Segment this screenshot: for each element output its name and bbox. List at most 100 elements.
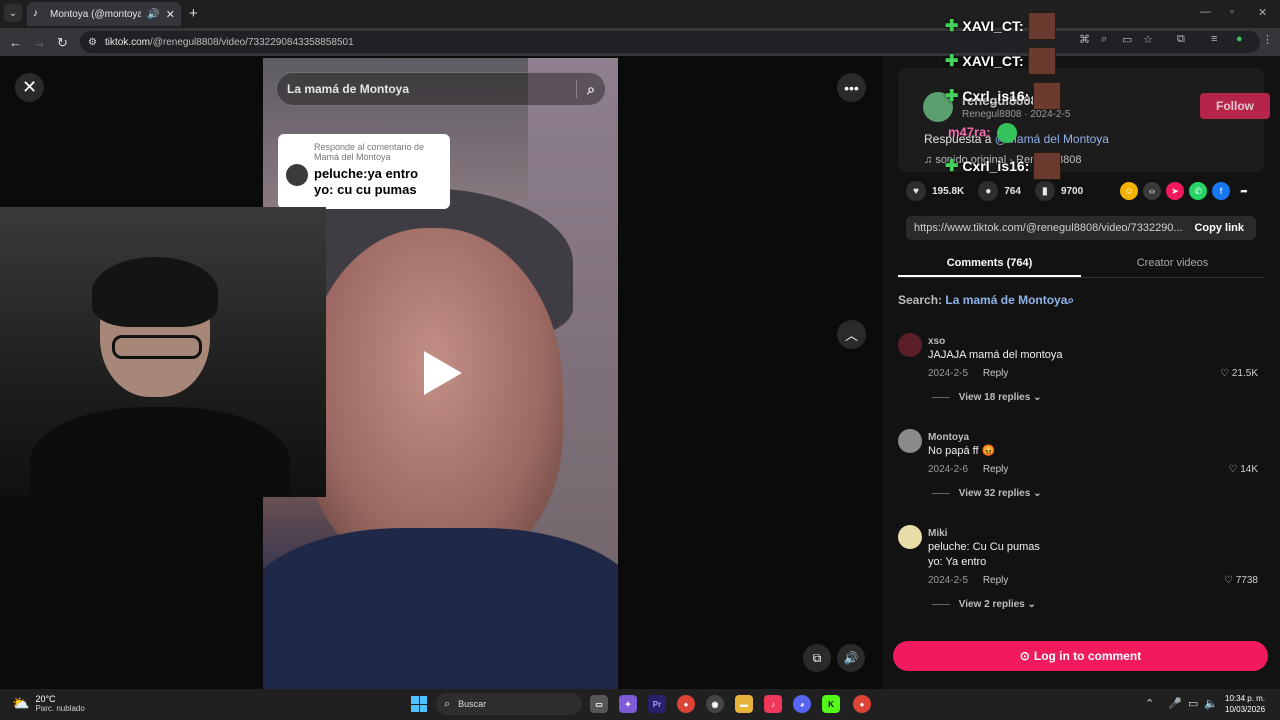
view-replies-label: View 18 replies — [958, 392, 1031, 403]
video-link-url: https://www.tiktok.com/@renegul8808/vide… — [914, 222, 1183, 234]
obs-icon[interactable]: ◉ — [706, 695, 724, 713]
chevron-down-icon: ⌄ — [1033, 392, 1042, 403]
cast-icon[interactable]: ▭ — [1122, 33, 1132, 46]
chat-emote — [1027, 47, 1056, 75]
copy-link-box: https://www.tiktok.com/@renegul8808/vide… — [906, 216, 1256, 240]
forward-icon[interactable]: → — [33, 35, 46, 50]
chrome-icon[interactable]: ● — [677, 695, 695, 713]
facebook-icon[interactable]: f — [1212, 182, 1230, 200]
comment-avatar[interactable] — [898, 525, 922, 549]
play-icon[interactable] — [424, 351, 462, 395]
picture-in-picture-button[interactable]: ⧉ — [803, 644, 831, 672]
view-replies-button[interactable]: View 18 replies ⌄ — [932, 392, 1041, 403]
send-icon[interactable]: ➤ — [1166, 182, 1184, 200]
volume-tray-icon[interactable]: 🔈 — [1204, 697, 1218, 710]
previous-video-button[interactable]: ︿ — [837, 320, 866, 349]
file-explorer-icon[interactable]: ▬ — [735, 695, 753, 713]
url-host: tiktok.com — [104, 36, 150, 48]
clock-time: 10:34 p. m. — [1225, 694, 1266, 703]
search-prefix: Search: — [898, 293, 943, 307]
back-icon[interactable]: ← — [9, 35, 22, 50]
bookmark-star-icon[interactable]: ☆ — [1143, 33, 1153, 46]
translate-icon[interactable]: ⌘ — [1079, 33, 1090, 46]
more-options-button[interactable]: ••• — [837, 73, 866, 102]
share-arrow-icon[interactable]: ➦ — [1235, 182, 1253, 200]
menu-kebab-icon[interactable]: ⋮ — [1262, 33, 1273, 46]
panel-tabs: Comments (764) Creator videos — [898, 250, 1264, 278]
video-person-face — [303, 228, 563, 568]
task-view-icon[interactable]: ▭ — [590, 695, 608, 713]
microphone-icon[interactable]: 🎤 — [1168, 697, 1182, 710]
follow-button[interactable]: Follow — [1200, 93, 1270, 119]
video-search-bar[interactable]: La mamá de Montoya ⌕ — [276, 72, 606, 106]
chrome-profile-icon[interactable]: ● — [853, 695, 871, 713]
comment-username[interactable]: Montoya — [928, 432, 969, 443]
code-icon[interactable]: ‹› — [1143, 182, 1161, 200]
weather-widget[interactable]: ⛅ 20°C Parc. nublado — [12, 694, 85, 713]
comment-avatar[interactable] — [898, 429, 922, 453]
comment-like[interactable]: ♡ 21.5K — [1220, 368, 1258, 379]
search-query-link[interactable]: La mamá de Montoya — [945, 293, 1067, 307]
chat-icon: ⊙ — [1019, 649, 1030, 663]
comment-like-count: 21.5K — [1231, 368, 1258, 379]
chat-emote — [1027, 12, 1056, 40]
comment-item: Miki peluche: Cu Cu pumas yo: Ya entro 2… — [898, 525, 1274, 615]
cloud-sun-icon: ⛅ — [12, 695, 30, 711]
tab-creator-videos[interactable]: Creator videos — [1081, 250, 1264, 277]
extensions-icon[interactable]: ⧉ — [1177, 33, 1185, 46]
copilot-icon[interactable]: ✦ — [619, 695, 637, 713]
premiere-pro-icon[interactable]: Pr — [648, 695, 666, 713]
login-to-comment-button[interactable]: ⊙ Log in to comment — [893, 641, 1268, 671]
view-replies-button[interactable]: View 32 replies ⌄ — [932, 488, 1041, 499]
comment-like[interactable]: ♡ 14K — [1228, 464, 1258, 475]
new-tab-icon[interactable]: + — [189, 5, 198, 22]
profile-avatar-icon[interactable]: ● — [1236, 33, 1243, 45]
volume-button[interactable]: 🔊 — [837, 644, 865, 672]
tray-chevron-icon[interactable]: ⌃ — [1145, 697, 1154, 710]
close-window-icon[interactable]: ✕ — [1258, 6, 1267, 19]
discord-icon[interactable]: ◕ — [793, 695, 811, 713]
replies-line — [932, 603, 950, 605]
comment-reply-button[interactable]: Reply — [983, 575, 1009, 586]
pip-icon: ⧉ — [812, 650, 822, 665]
search-icon[interactable]: ⌕ — [587, 81, 595, 98]
display-icon[interactable]: ▭ — [1188, 697, 1198, 710]
reload-icon[interactable]: ↻ — [57, 35, 68, 51]
browser-tab[interactable]: ♪ Montoya (@montoyatrrr) | 🔊 ✕ — [27, 2, 181, 26]
kick-icon[interactable]: K — [822, 695, 840, 713]
comment-avatar[interactable] — [898, 333, 922, 357]
comment-username[interactable]: xso — [928, 336, 945, 347]
zoom-icon[interactable]: ⌕ — [1101, 33, 1107, 46]
close-video-button[interactable]: ✕ — [15, 73, 44, 102]
comment-reply-button[interactable]: Reply — [983, 464, 1009, 475]
heart-outline-icon: ♡ — [1224, 575, 1233, 586]
maximize-icon[interactable]: ▫ — [1230, 6, 1234, 18]
tab-title: Montoya (@montoyatrrr) | — [50, 8, 142, 20]
copy-link-button[interactable]: Copy link — [1182, 222, 1256, 234]
windows-start-icon[interactable] — [411, 696, 427, 712]
search-icon: ⌕ — [444, 697, 451, 710]
speaker-icon[interactable]: 🔊 — [147, 9, 159, 20]
system-clock[interactable]: 10:34 p. m. 10/03/2026 — [1225, 693, 1265, 715]
site-info-icon[interactable]: ⚙ — [88, 37, 97, 48]
comment-date: 2024-2-5 — [928, 575, 969, 586]
comment-reply-button[interactable]: Reply — [983, 368, 1009, 379]
music-app-icon[interactable]: ♪ — [764, 695, 782, 713]
whatsapp-icon[interactable]: ✆ — [1189, 182, 1207, 200]
chevron-down-icon: ⌄ — [1033, 488, 1042, 499]
chat-emote — [1033, 152, 1062, 180]
embed-icon[interactable]: ☺ — [1120, 182, 1138, 200]
close-tab-icon[interactable]: ✕ — [166, 8, 175, 21]
tab-comments[interactable]: Comments (764) — [898, 250, 1081, 277]
chat-username: Cxrl_is16: — [962, 158, 1030, 174]
comment-like[interactable]: ♡ 7738 — [1224, 575, 1258, 586]
view-replies-button[interactable]: View 2 replies ⌄ — [932, 599, 1036, 610]
taskbar-search[interactable]: ⌕ Buscar — [436, 693, 582, 715]
tab-search-button[interactable]: ⌄ — [4, 4, 22, 22]
comment-username[interactable]: Miki — [928, 528, 947, 539]
replies-line — [932, 492, 950, 494]
media-control-icon[interactable]: ≡ — [1211, 33, 1217, 45]
minimize-icon[interactable]: — — [1200, 6, 1211, 18]
comment-item: xso JAJAJA mamá del montoya 2024-2-5 Rep… — [898, 333, 1274, 413]
chat-line: ✚ XAVI_CT: — [945, 47, 1056, 75]
